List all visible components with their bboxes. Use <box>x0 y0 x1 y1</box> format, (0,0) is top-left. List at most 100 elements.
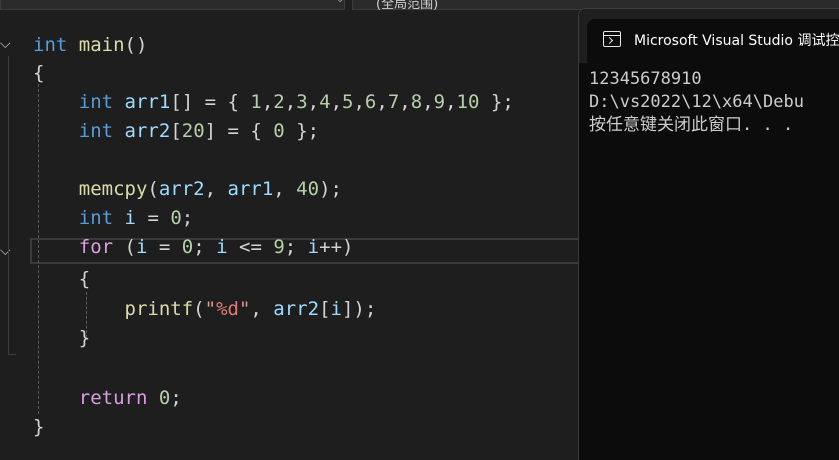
code-token: [ <box>319 298 331 320</box>
code-token: }; <box>479 91 514 113</box>
code-token: 40 <box>296 178 320 200</box>
code-token: , <box>250 298 274 320</box>
code-line[interactable]: { <box>33 266 90 292</box>
code-token: 0 <box>273 120 285 142</box>
code-token: arr2 <box>158 178 205 200</box>
fold-chevron-icon[interactable]: ⌵ <box>0 36 16 52</box>
code-line[interactable]: memcpy(arr2, arr1, 40); <box>33 176 342 202</box>
code-token: }; <box>284 120 320 142</box>
code-token: , <box>261 91 274 113</box>
code-token: ; <box>181 207 194 229</box>
code-token: 4 <box>319 91 331 113</box>
code-token: , <box>422 91 434 113</box>
code-token: ]); <box>341 298 377 320</box>
code-token: [ <box>170 120 182 142</box>
code-line[interactable]: { <box>33 60 44 86</box>
code-token: int <box>33 34 68 56</box>
console-tab[interactable]: Microsoft Visual Studio 调试控 <box>587 19 839 63</box>
code-token: ); <box>319 178 342 200</box>
console-output-line: 按任意键关闭此窗口. . . <box>589 115 794 135</box>
code-token: { <box>33 62 45 84</box>
code-token: ( <box>147 178 159 200</box>
code-line[interactable]: } <box>33 414 44 440</box>
debug-console-window[interactable]: Microsoft Visual Studio 调试控 12345678910 … <box>578 8 839 460</box>
code-token: int <box>78 120 114 142</box>
code-token: () <box>124 34 148 56</box>
code-token: 0 <box>181 236 194 258</box>
code-token: , <box>204 178 228 200</box>
code-token: 9 <box>273 236 285 258</box>
code-token: i <box>124 207 136 229</box>
code-token: ( <box>113 236 136 258</box>
code-token: 5 <box>342 91 354 113</box>
code-token: int <box>78 207 114 229</box>
code-token: } <box>33 327 91 349</box>
console-output-line: 12345678910 <box>589 69 702 89</box>
code-token: 0 <box>158 387 171 409</box>
fold-region-end <box>8 354 16 355</box>
code-token: , <box>273 178 297 200</box>
code-token: ( <box>193 298 205 320</box>
code-line[interactable]: int main() <box>33 32 147 58</box>
code-token: , <box>353 91 365 113</box>
code-token: 10 <box>456 91 480 113</box>
code-token: 8 <box>410 91 423 113</box>
console-output-line: D:\vs2022\12\x64\Debu <box>589 92 804 112</box>
scope-dropdown-left[interactable] <box>0 0 345 10</box>
code-token: arr1 <box>124 91 171 113</box>
code-token: , <box>445 91 457 113</box>
code-line[interactable]: int arr2[20] = { 0 }; <box>33 118 319 144</box>
code-token: , <box>399 91 411 113</box>
fold-region-line <box>8 264 9 354</box>
code-token: return <box>78 387 148 409</box>
code-line[interactable]: printf("%d", arr2[i]); <box>33 296 377 322</box>
code-token: [] = { <box>170 91 251 113</box>
code-token: i <box>216 236 228 258</box>
code-token: i <box>307 236 320 258</box>
code-token: ; <box>193 236 217 258</box>
code-token: memcpy <box>78 178 148 200</box>
code-line[interactable]: for (i = 0; i <= 9; i++) <box>33 234 354 260</box>
code-token: int <box>78 91 114 113</box>
code-token: main <box>78 34 125 56</box>
code-token: 2 <box>273 91 285 113</box>
code-token: } <box>33 416 45 438</box>
code-line[interactable]: int i = 0; <box>33 205 193 231</box>
code-token: arr2 <box>124 120 171 142</box>
code-line[interactable]: int arr1[] = { 1,2,3,4,5,6,7,8,9,10 }; <box>33 89 514 115</box>
code-token: for <box>78 236 114 258</box>
code-token: 6 <box>364 91 377 113</box>
code-token: 1 <box>250 91 262 113</box>
code-token: 0 <box>170 207 182 229</box>
code-line[interactable]: } <box>33 325 90 351</box>
terminal-icon <box>603 31 621 47</box>
code-token: { <box>33 268 91 290</box>
code-token: 3 <box>296 91 308 113</box>
code-token: arr1 <box>227 178 274 200</box>
code-token: 20 <box>181 120 205 142</box>
code-token: %d <box>216 298 239 320</box>
chevron-down-icon[interactable]: ⌄ <box>336 0 344 5</box>
code-token: i <box>135 236 148 258</box>
code-token: ; <box>170 387 182 409</box>
code-token: ++) <box>319 236 354 258</box>
code-token: ; <box>284 236 308 258</box>
code-token: " <box>238 298 251 320</box>
code-token: " <box>204 298 217 320</box>
code-line[interactable]: return 0; <box>33 385 182 411</box>
code-token: printf <box>124 298 194 320</box>
code-token: , <box>284 91 297 113</box>
code-token: , <box>330 91 343 113</box>
code-token: i <box>330 298 342 320</box>
code-token: , <box>376 91 388 113</box>
